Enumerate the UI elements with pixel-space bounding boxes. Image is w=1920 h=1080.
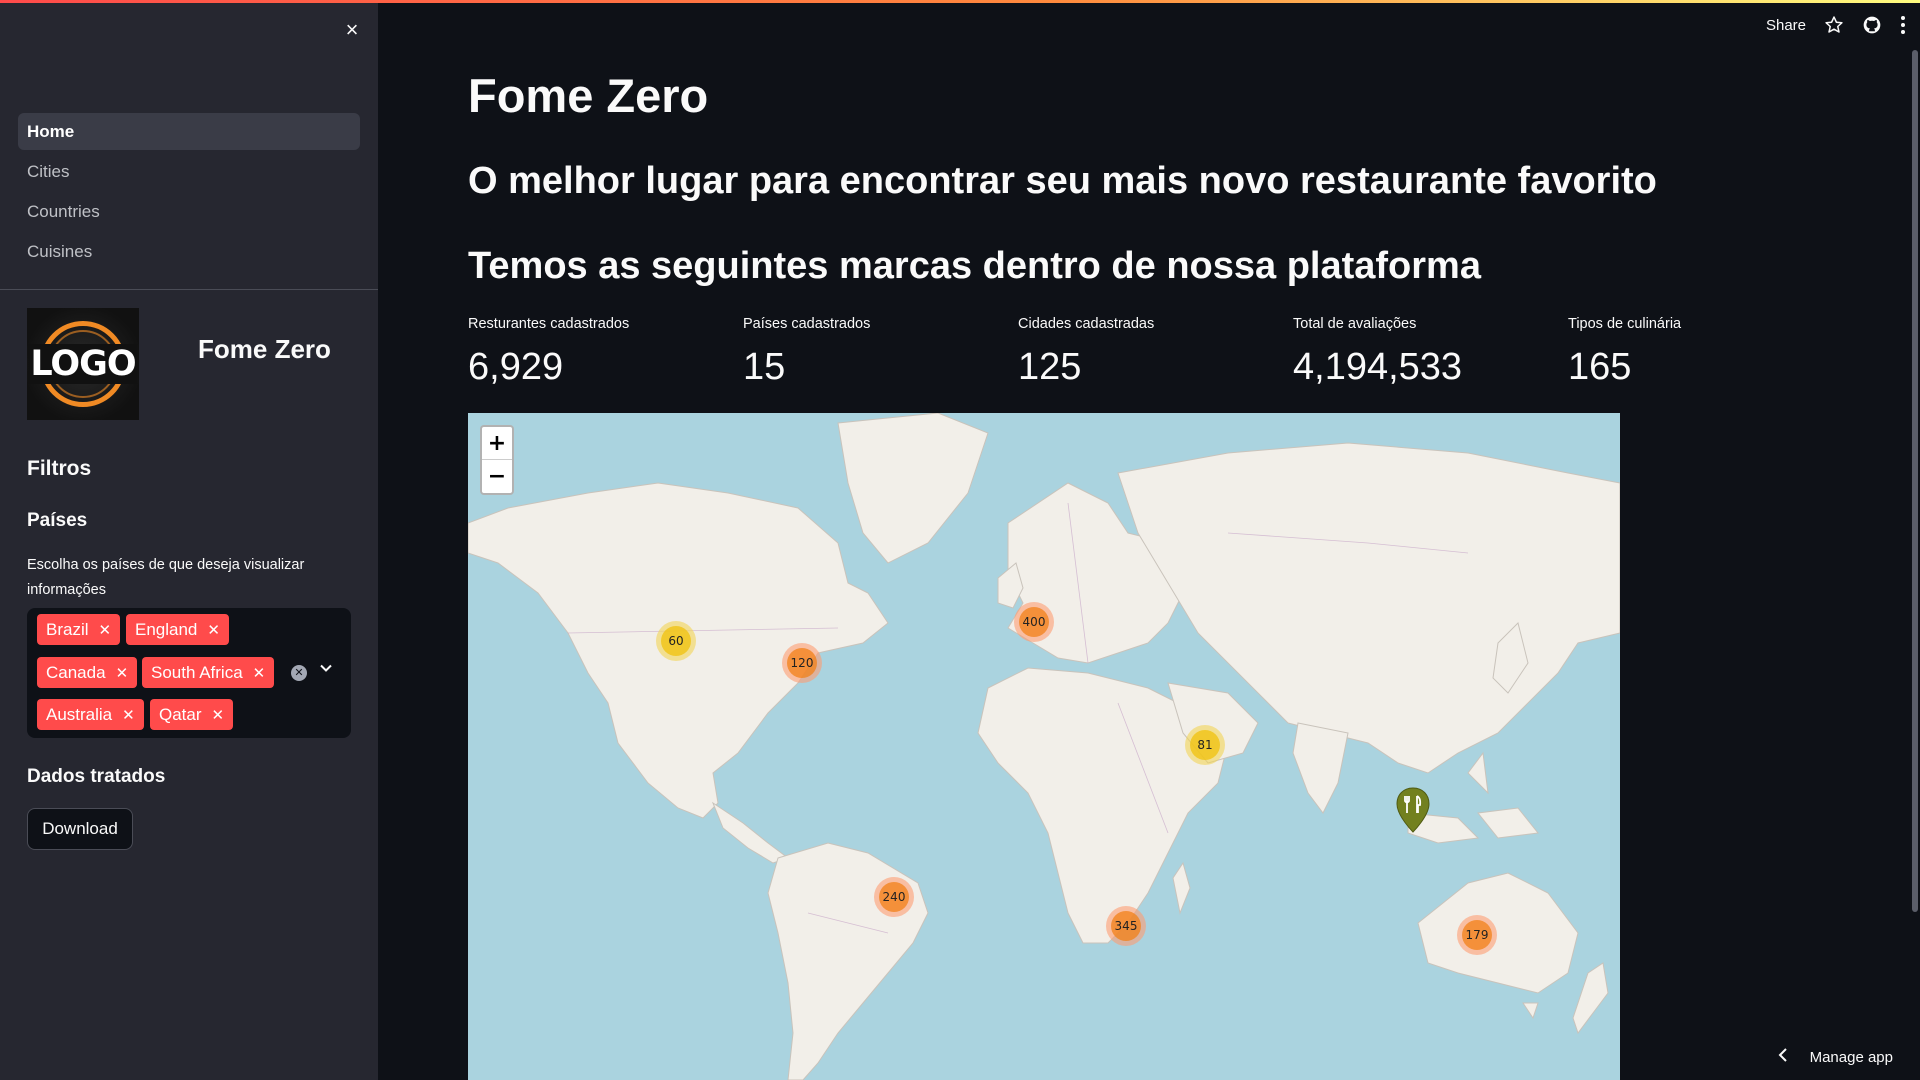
- metric-label: Países cadastrados: [743, 316, 871, 332]
- map-cluster-marker[interactable]: 81: [1185, 725, 1225, 765]
- metric-label: Tipos de culinária: [1568, 316, 1682, 332]
- country-chip-canada[interactable]: Canada ✕: [37, 657, 138, 688]
- cluster-count: 179: [1462, 920, 1492, 950]
- countries-filter-heading: Países: [27, 510, 88, 531]
- map-cluster-marker[interactable]: 400: [1014, 602, 1054, 642]
- remove-chip-icon[interactable]: ✕: [116, 664, 129, 682]
- page-title: Fome Zero: [468, 69, 709, 122]
- section-title: Temos as seguintes marcas dentro de noss…: [468, 245, 1481, 287]
- chip-label: Qatar: [159, 704, 202, 724]
- remove-chip-icon[interactable]: ✕: [99, 621, 112, 639]
- sidebar-item-cities[interactable]: Cities: [18, 153, 360, 190]
- data-section-heading: Dados tratados: [27, 766, 166, 787]
- more-vertical-icon[interactable]: [1900, 15, 1906, 35]
- restaurant-pin-icon[interactable]: [1395, 786, 1431, 839]
- download-button[interactable]: Download: [27, 808, 133, 850]
- sidebar-item-home[interactable]: Home: [18, 113, 360, 150]
- star-icon[interactable]: [1824, 15, 1844, 35]
- remove-chip-icon[interactable]: ✕: [207, 621, 220, 639]
- metric-cuisines: Tipos de culinária 165: [1568, 316, 1828, 389]
- clear-all-icon[interactable]: ✕: [291, 665, 307, 681]
- map-cluster-marker[interactable]: 345: [1106, 906, 1146, 946]
- map-zoom-control: + −: [480, 425, 514, 495]
- countries-multiselect[interactable]: Brazil ✕ England ✕ Canada ✕ South Africa ✕ A…: [27, 608, 351, 738]
- world-map[interactable]: + − 60 120 400 81 240 345 179: [468, 413, 1620, 1080]
- sidebar: × Home Cities Countries Cuisines LOGO Fo…: [0, 0, 378, 1080]
- zoom-out-button[interactable]: −: [482, 460, 512, 493]
- map-tiles: [468, 413, 1620, 1080]
- metric-value: 15: [743, 346, 786, 388]
- map-cluster-marker[interactable]: 240: [874, 877, 914, 917]
- share-button[interactable]: Share: [1766, 17, 1806, 34]
- manage-app-label: Manage app: [1809, 1048, 1893, 1066]
- sidebar-item-cuisines[interactable]: Cuisines: [18, 233, 360, 270]
- filters-heading: Filtros: [27, 457, 92, 480]
- cluster-count: 345: [1111, 911, 1141, 941]
- page-scrollbar[interactable]: [1912, 50, 1918, 912]
- cluster-count: 120: [787, 648, 817, 678]
- metric-label: Cidades cadastradas: [1018, 316, 1155, 332]
- chip-label: England: [135, 619, 198, 639]
- sidebar-item-countries[interactable]: Countries: [18, 193, 360, 230]
- map-cluster-marker[interactable]: 60: [656, 621, 696, 661]
- country-chip-australia[interactable]: Australia ✕: [37, 699, 144, 730]
- page-subtitle: O melhor lugar para encontrar seu mais n…: [468, 160, 1657, 202]
- metric-label: Resturantes cadastrados: [468, 316, 630, 332]
- metric-value: 125: [1018, 346, 1082, 388]
- country-chip-qatar[interactable]: Qatar ✕: [150, 699, 234, 730]
- cluster-count: 81: [1190, 730, 1220, 760]
- manage-app-button[interactable]: Manage app: [1778, 1048, 1893, 1066]
- cluster-count: 400: [1019, 607, 1049, 637]
- zoom-in-button[interactable]: +: [482, 427, 512, 460]
- logo-image: LOGO: [27, 308, 139, 420]
- country-chip-england[interactable]: England ✕: [126, 614, 229, 645]
- remove-chip-icon[interactable]: ✕: [253, 664, 266, 682]
- metric-reviews: Total de avaliações 4,194,533: [1293, 316, 1553, 389]
- close-sidebar-icon[interactable]: ×: [340, 18, 364, 42]
- chip-label: South Africa: [151, 662, 243, 682]
- country-chip-brazil[interactable]: Brazil ✕: [37, 614, 121, 645]
- top-decoration-bar: [0, 0, 1920, 3]
- cluster-count: 240: [879, 882, 909, 912]
- metric-value: 165: [1568, 346, 1632, 388]
- remove-chip-icon[interactable]: ✕: [212, 706, 225, 724]
- brand-name: Fome Zero: [198, 334, 331, 364]
- countries-filter-help: Escolha os países de que deseja visualiz…: [27, 557, 305, 598]
- chip-label: Australia: [46, 704, 113, 724]
- metric-value: 6,929: [468, 346, 564, 388]
- metric-label: Total de avaliações: [1293, 316, 1417, 332]
- sidebar-divider: [0, 289, 378, 290]
- country-chip-south-africa[interactable]: South Africa ✕: [142, 657, 275, 688]
- remove-chip-icon[interactable]: ✕: [122, 706, 135, 724]
- logo-text: LOGO: [28, 344, 138, 384]
- chip-label: Canada: [46, 662, 106, 682]
- chevron-down-icon[interactable]: [316, 660, 336, 680]
- chip-label: Brazil: [46, 619, 89, 639]
- cluster-count: 60: [661, 626, 691, 656]
- metric-cities: Cidades cadastradas 125: [1018, 316, 1278, 389]
- metric-value: 4,194,533: [1293, 346, 1463, 388]
- sidebar-nav: Home Cities Countries Cuisines: [18, 113, 360, 273]
- chevron-left-icon: [1778, 1048, 1788, 1066]
- metric-countries: Países cadastrados 15: [743, 316, 1003, 389]
- github-icon[interactable]: [1862, 15, 1882, 35]
- map-cluster-marker[interactable]: 120: [782, 643, 822, 683]
- metric-restaurants: Resturantes cadastrados 6,929: [468, 316, 728, 389]
- map-cluster-marker[interactable]: 179: [1457, 915, 1497, 955]
- header-actions: Share: [1766, 15, 1906, 35]
